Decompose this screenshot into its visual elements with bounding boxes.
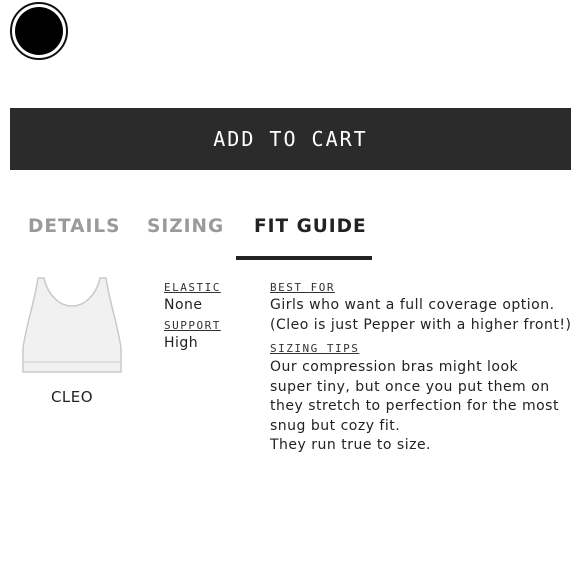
sizing-tip-line: super tiny, but once you put them on <box>270 378 550 395</box>
support-label: SUPPORT <box>164 319 221 332</box>
best-for-label: BEST FOR <box>270 281 335 294</box>
add-to-cart-button[interactable]: ADD TO CART <box>10 108 571 170</box>
sizing-tips-text: Our compression bras might look super ti… <box>270 358 559 456</box>
sizing-tip-line: They run true to size. <box>270 437 432 453</box>
tab-fit-guide[interactable]: FIT GUIDE <box>254 216 367 237</box>
color-swatch-black[interactable] <box>10 2 68 60</box>
sizing-tips-label: SIZING TIPS <box>270 342 360 355</box>
tab-details[interactable]: DETAILS <box>28 216 121 237</box>
swatch-fill <box>15 7 63 55</box>
best-for-line: Girls who want a full coverage option. <box>270 297 555 313</box>
sports-bra-icon <box>22 277 122 373</box>
tab-sizing[interactable]: SIZING <box>147 216 224 237</box>
elastic-label: ELASTIC <box>164 281 221 294</box>
support-value: High <box>164 335 199 351</box>
sizing-tip-line: Our compression bras might look <box>270 359 519 375</box>
active-tab-indicator <box>236 256 372 260</box>
sizing-tip-line: they stretch to perfection for the most <box>270 398 559 414</box>
product-name: CLEO <box>50 388 94 406</box>
best-for-line: (Cleo is just Pepper with a higher front… <box>270 317 572 333</box>
elastic-value: None <box>164 297 203 313</box>
sizing-tip-line: snug but cozy fit. <box>270 417 401 434</box>
